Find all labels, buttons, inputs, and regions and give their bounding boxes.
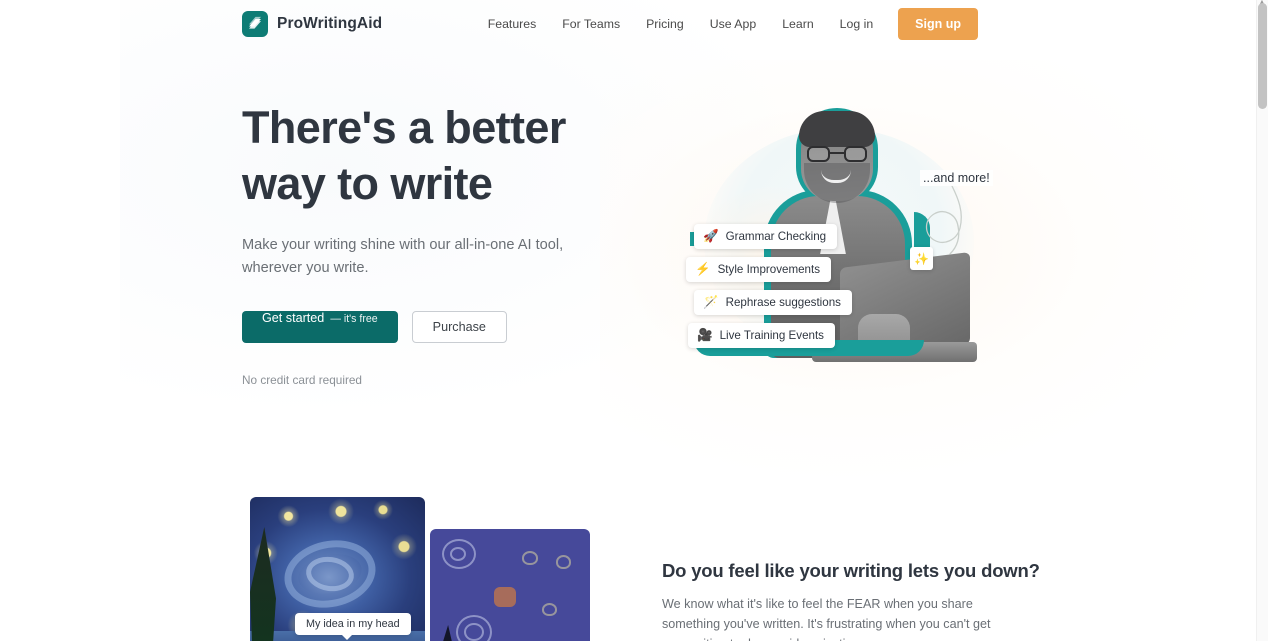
brand-name: ProWritingAid [277,15,383,32]
nav-item-pricing[interactable]: Pricing [633,12,697,36]
sketch-moon [494,587,516,607]
nav-item-features[interactable]: Features [475,12,550,36]
feature-pill-label: Style Improvements [717,263,821,276]
nav-item-use-app[interactable]: Use App [697,12,770,36]
feature-pill-label: Rephrase suggestions [725,296,841,309]
feature-pill-grammar-checking: 🚀 Grammar Checking [694,224,838,249]
sketch-swirl [464,623,484,641]
feature-pill-style-improvements: ⚡ Style Improvements [686,257,832,282]
hero-illustration: ...and more! ✨ 🚀 Grammar Checking ⚡ Styl… [662,92,1022,392]
person-hair [799,111,875,147]
main-navigation: Features For Teams Pricing Use App Learn… [475,0,978,48]
feature-pill-live-training-events: 🎥 Live Training Events [688,323,835,348]
sketch-swirl [450,547,466,561]
hero-cta-group: Get started — it's free Purchase [242,311,642,343]
sketch-star [542,603,557,616]
feature-pill-label: Live Training Events [719,329,824,342]
nav-item-for-teams[interactable]: For Teams [549,12,633,36]
prowritingaid-logo-icon [242,11,268,37]
nav-item-log-in[interactable]: Log in [827,12,887,36]
sketch-star [556,555,571,569]
video-camera-icon: 🎥 [697,328,713,343]
get-started-free-note: — it's free [330,313,378,325]
lightning-icon: ⚡ [695,262,711,277]
get-started-label: Get started [262,311,325,325]
get-started-button[interactable]: Get started — it's free [242,311,398,343]
hero-title: There's a better way to write [242,100,642,212]
nav-item-learn[interactable]: Learn [769,12,826,36]
lower-section-body: We know what it's like to feel the FEAR … [662,597,991,641]
brand-logo-link[interactable]: ProWritingAid [242,11,382,37]
painting-cypress-tree [250,527,276,641]
lower-text-block: Do you feel like your writing lets you d… [662,560,1042,641]
feature-pill-list: 🚀 Grammar Checking ⚡ Style Improvements … [686,224,852,356]
hero-title-line-1: There's a better [242,102,566,153]
sparkle-icon: ✨ [910,247,933,270]
sketch-cypress-tree [436,625,458,641]
no-credit-card-note: No credit card required [242,373,362,387]
page-root: ProWritingAid Features For Teams Pricing… [0,0,1268,641]
magic-wand-icon: 🪄 [703,295,719,310]
sketch-star [522,551,538,565]
sign-up-button[interactable]: Sign up [898,8,978,40]
page-scrollbar[interactable]: ▲ [1256,0,1268,641]
site-header: ProWritingAid Features For Teams Pricing… [0,0,1256,48]
idea-in-my-head-caption: My idea in my head [295,613,411,640]
feature-pill-label: Grammar Checking [725,230,827,243]
rocket-icon: 🚀 [703,229,719,244]
hero-section: There's a better way to write Make your … [242,100,642,387]
feature-pill-rephrase-suggestions: 🪄 Rephrase suggestions [694,290,852,315]
purchase-button[interactable]: Purchase [411,311,507,343]
scrollbar-thumb[interactable] [1258,3,1267,109]
hero-subtitle: Make your writing shine with our all-in-… [242,237,564,276]
and-more-callout-text: ...and more! [920,170,993,186]
idea-comparison-illustration: My idea in my head [250,497,590,641]
glasses-left-lens [807,146,830,162]
hero-title-line-2: way to write [242,158,493,209]
lower-section-title: Do you feel like your writing lets you d… [662,560,1040,581]
glasses-right-lens [844,146,867,162]
glasses-bridge [830,152,844,154]
sketch-version-image [430,529,590,641]
person-glasses [807,146,867,162]
